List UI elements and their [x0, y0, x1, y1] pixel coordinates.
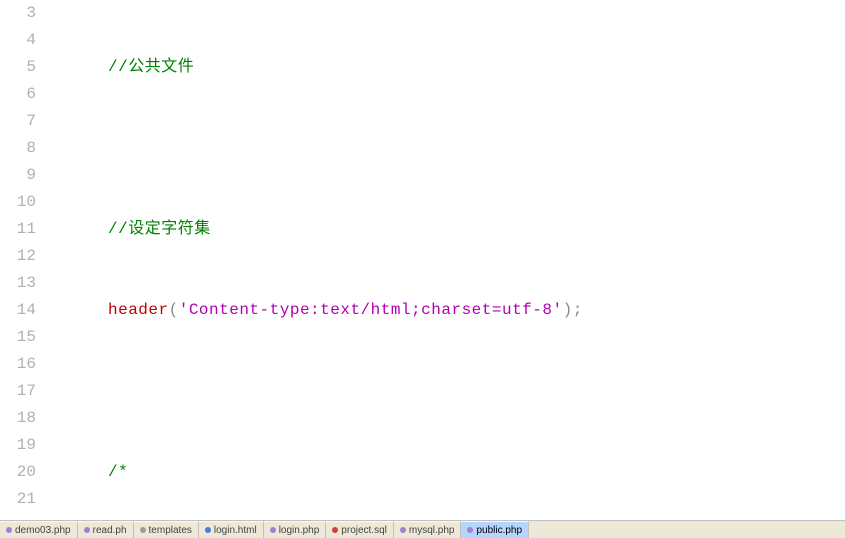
code-line: [48, 135, 845, 162]
file-tab[interactable]: mysql.php: [394, 521, 462, 538]
sql-icon: [332, 527, 338, 533]
code-editor[interactable]: 3 4 5 6 7 8 9 10 11 12 13 14 15 16 17 18…: [0, 0, 845, 520]
php-icon: [6, 527, 12, 533]
code-line: header('Content-type:text/html;charset=u…: [48, 297, 845, 324]
file-tab-active[interactable]: public.php: [461, 521, 529, 538]
line-number: 5: [0, 54, 36, 81]
tab-label: demo03.php: [15, 525, 71, 536]
line-number: 21: [0, 486, 36, 513]
line-number: 14: [0, 297, 36, 324]
tab-label: project.sql: [341, 525, 387, 536]
line-number: 13: [0, 270, 36, 297]
line-number: 19: [0, 432, 36, 459]
code-area[interactable]: //公共文件 //设定字符集 header('Content-type:text…: [48, 0, 845, 520]
line-number: 20: [0, 459, 36, 486]
code-line: //公共文件: [48, 54, 845, 81]
line-number: 7: [0, 108, 36, 135]
line-number: 12: [0, 243, 36, 270]
line-number: 6: [0, 81, 36, 108]
tab-label: templates: [149, 525, 192, 536]
php-icon: [84, 527, 90, 533]
html-icon: [205, 527, 211, 533]
line-number: 11: [0, 216, 36, 243]
file-tab[interactable]: templates: [134, 521, 199, 538]
file-tab[interactable]: login.html: [199, 521, 264, 538]
line-number: 15: [0, 324, 36, 351]
php-icon: [467, 527, 473, 533]
code-line: //设定字符集: [48, 216, 845, 243]
tab-label: read.ph: [93, 525, 127, 536]
line-number-gutter: 3 4 5 6 7 8 9 10 11 12 13 14 15 16 17 18…: [0, 0, 48, 520]
code-line: [48, 378, 845, 405]
line-number: 9: [0, 162, 36, 189]
file-tab[interactable]: read.ph: [78, 521, 134, 538]
tab-label: mysql.php: [409, 525, 455, 536]
file-tab[interactable]: project.sql: [326, 521, 394, 538]
tab-label: public.php: [476, 525, 522, 536]
code-line: /*: [48, 459, 845, 486]
file-tab-bar: demo03.php read.ph templates login.html …: [0, 520, 845, 538]
tab-label: login.html: [214, 525, 257, 536]
line-number: 3: [0, 0, 36, 27]
line-number: 10: [0, 189, 36, 216]
php-icon: [270, 527, 276, 533]
file-tab[interactable]: demo03.php: [0, 521, 78, 538]
php-icon: [400, 527, 406, 533]
line-number: 8: [0, 135, 36, 162]
line-number: 16: [0, 351, 36, 378]
tab-label: login.php: [279, 525, 320, 536]
line-number: 18: [0, 405, 36, 432]
file-tab[interactable]: login.php: [264, 521, 327, 538]
line-number: 4: [0, 27, 36, 54]
folder-icon: [140, 527, 146, 533]
line-number: 17: [0, 378, 36, 405]
